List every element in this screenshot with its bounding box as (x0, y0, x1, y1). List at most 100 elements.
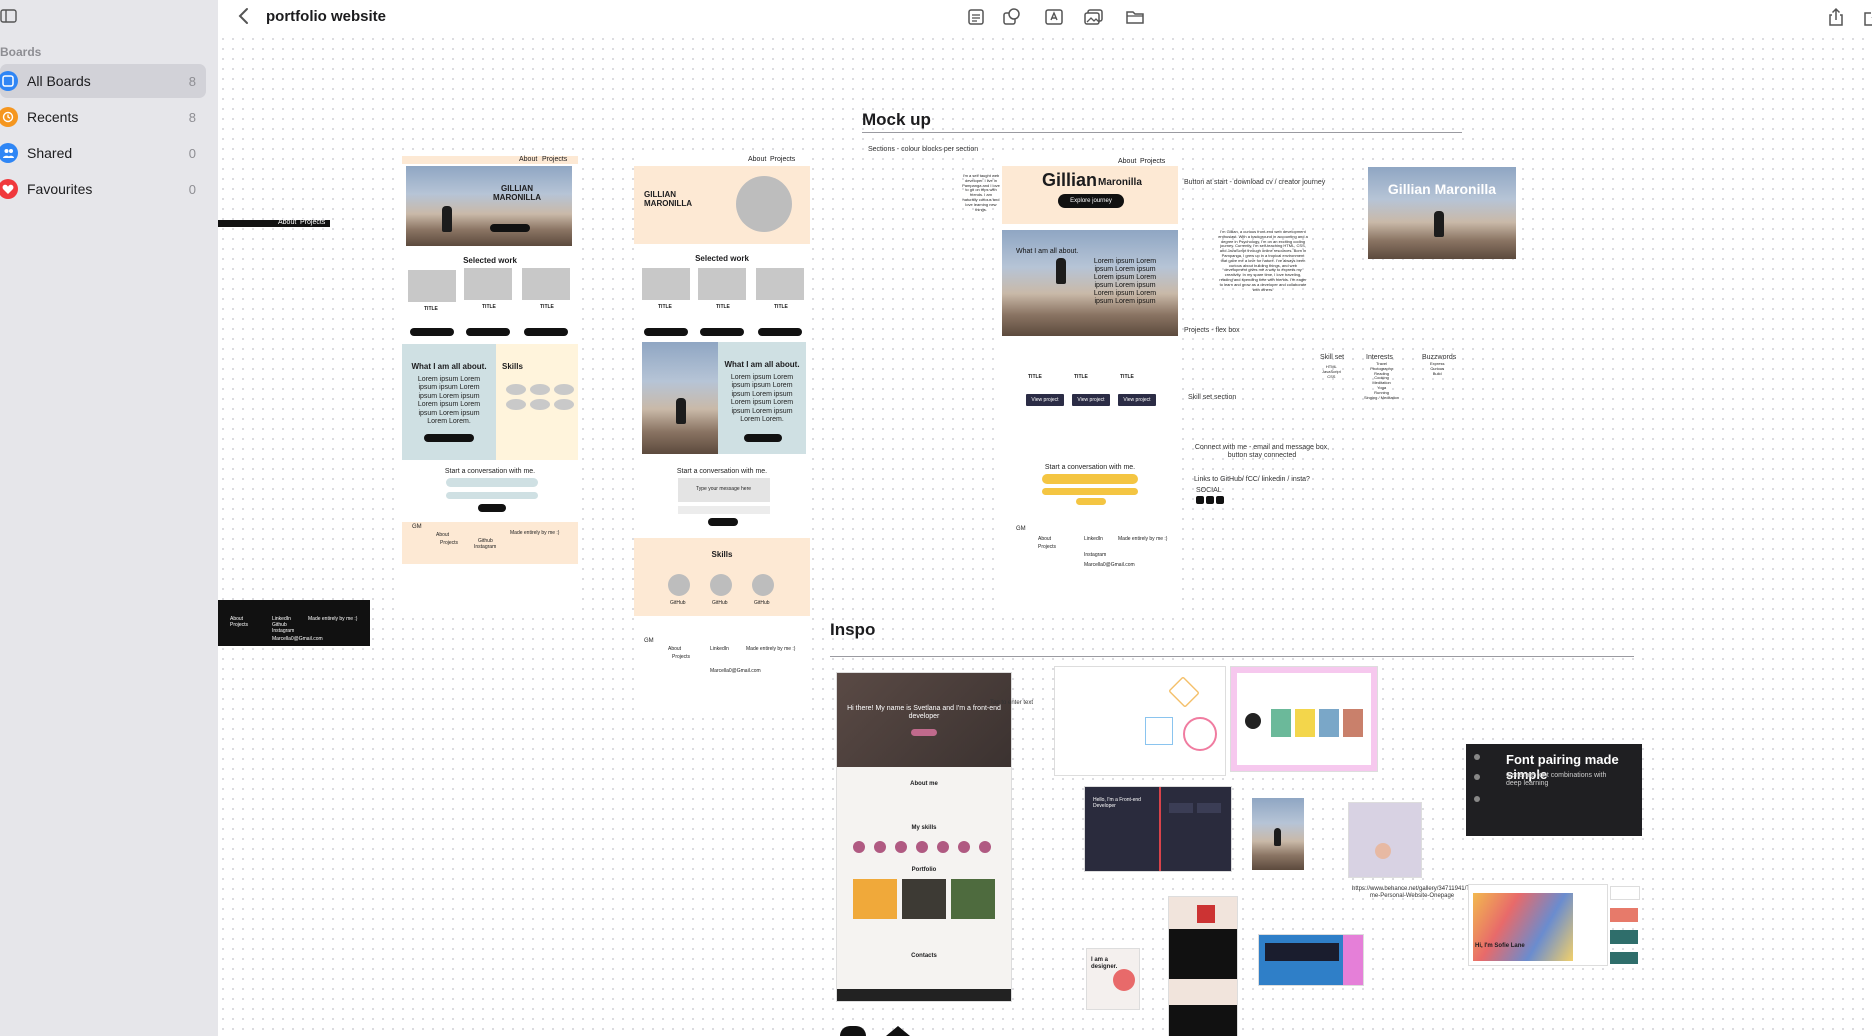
mockup-page[interactable]: About Projects Gillian Maronilla Explore… (1002, 158, 1178, 618)
footer-link: Instagram (474, 544, 497, 550)
inspo-font-pairing[interactable]: Font pairing made simple Generate font c… (1466, 744, 1642, 836)
inspo-designer[interactable]: I am a designer. (1086, 948, 1140, 1010)
mockup-hero: Gillian Maronilla Explore journey (1002, 166, 1178, 224)
inspo-lavender-profile[interactable] (1348, 802, 1422, 878)
board-canvas[interactable]: About Projects About Projects LinkedIn G… (218, 34, 1872, 1036)
nav-about-link: About (748, 156, 767, 163)
footer-madewith: Made entirely by me :) (1118, 536, 1168, 542)
card-title: TITLE (658, 304, 672, 310)
social-label[interactable]: SOCIAL (1196, 487, 1222, 495)
hero-first-name: Gillian (1042, 170, 1098, 190)
shapes-tool-icon[interactable] (1002, 7, 1022, 27)
mockup-about-photo: What I am all about. Lorem ipsum Lorem i… (1002, 230, 1178, 336)
explore-button[interactable]: Explore journey (1058, 194, 1124, 208)
board-title: portfolio website (266, 8, 386, 25)
skill-label: GitHub (754, 600, 770, 606)
edit-icon[interactable] (1862, 7, 1872, 27)
skills-block: Skills GitHub GitHub GitHub (634, 538, 810, 616)
view-project-button[interactable]: View project (1072, 394, 1110, 406)
inspo-photo[interactable] (1252, 798, 1304, 870)
view-project-button[interactable]: View project (1118, 394, 1156, 406)
note-connect[interactable]: Connect with me - email and message box,… (1192, 444, 1332, 460)
sidebar-item-shared[interactable]: Shared 0 (0, 136, 206, 170)
sidebar-item-label: Shared (27, 145, 73, 161)
conversation-text: Start a conversation with me. (444, 468, 536, 475)
sidebar-item-count: 8 (188, 109, 196, 125)
wireframe-nav-bar[interactable]: About Projects (218, 219, 330, 227)
note-tool-icon[interactable] (966, 7, 986, 27)
inspo-cropped-shape[interactable] (840, 1026, 866, 1036)
media-tool-icon[interactable] (1084, 7, 1104, 27)
tap-to-enter-text[interactable]: Tap to enter text (990, 700, 1033, 707)
bio-text[interactable]: I'm Gillian, a curious front-end web dev… (1218, 229, 1308, 292)
sidebar-item-count: 0 (188, 181, 196, 197)
inspo-cropped-shape[interactable] (886, 1026, 910, 1036)
message-box[interactable]: Type your message here (678, 478, 770, 502)
card-title: TITLE (1028, 374, 1042, 380)
hero-card-name: Gillian Maronilla (1387, 181, 1497, 197)
skill-set-items: HTML JavaScript CSS (1322, 364, 1341, 379)
card-title: TITLE (716, 304, 730, 310)
back-chevron-icon[interactable] (236, 6, 252, 26)
nav-about-link: About (519, 156, 538, 163)
inspo-section-title[interactable]: Inspo (830, 620, 875, 640)
note-projects[interactable]: Projects - flex box (1184, 327, 1240, 335)
note-skillset[interactable]: Skill set section (1188, 394, 1236, 402)
social-icon[interactable] (1196, 496, 1204, 504)
inspo-dark-developer[interactable]: Hello, I'm a Front-end Developer (1084, 786, 1232, 872)
wireframe-1[interactable]: About Projects GILLIAN MARONILLA Selecte… (402, 156, 578, 610)
dark-site-headline: Hello, I'm a Front-end Developer (1093, 797, 1141, 809)
inspo-svetlana-site[interactable]: Hi there! My name is Svetlana and I'm a … (836, 672, 1012, 1002)
sidebar-toggle-icon[interactable] (0, 8, 18, 24)
people-icon (0, 143, 18, 163)
heart-icon (0, 179, 18, 199)
inspo-white-site[interactable] (1054, 666, 1226, 776)
behance-url[interactable]: https://www.behance.net/gallery/34711941… (1352, 886, 1479, 900)
inspo-blue-card[interactable] (1258, 934, 1364, 986)
hero-last-name: Maronilla (1098, 177, 1142, 188)
wireframe-2[interactable]: About Projects GILLIAN MARONILLA Selecte… (634, 156, 810, 716)
my-skills-heading: My skills (911, 825, 937, 831)
skill-set-label[interactable]: Skill set (1320, 354, 1344, 362)
interests-items: Travel Photography Reading Cooking Medit… (1364, 361, 1400, 400)
inspo-sofie-site[interactable]: Hi, I'm Sofie Lane (1468, 884, 1608, 966)
mockup-section-title[interactable]: Mock up (862, 110, 931, 130)
note-button[interactable]: Button at start - download cv / creator … (1184, 179, 1325, 187)
sofie-headline: Hi, I'm Sofie Lane (1475, 943, 1525, 949)
footer-link: LinkedIn (1084, 536, 1103, 542)
selected-work-heading: Selected work (463, 256, 517, 265)
nav-about-link: About (1118, 158, 1137, 165)
social-icon[interactable] (1206, 496, 1214, 504)
social-icon[interactable] (1216, 496, 1224, 504)
sidebar-item-count: 0 (188, 145, 196, 161)
sidebar-item-all-boards[interactable]: All Boards 8 (0, 64, 206, 98)
card-title: TITLE (482, 304, 496, 310)
sidebar: Boards All Boards 8 Recents 8 Shared 0 F… (0, 0, 219, 1036)
card-title: TITLE (540, 304, 554, 310)
inspo-divider (830, 656, 1634, 657)
wireframe-footer-dark[interactable]: About Projects LinkedIn Github Instagram… (218, 600, 370, 646)
note-links[interactable]: Links to GitHub/ fCC/ linkedin / insta? (1194, 476, 1310, 484)
footer-link: Instagram (1084, 552, 1107, 558)
about-text: Lorem ipsum Lorem ipsum ipsum Lorem ipsu… (417, 376, 481, 425)
designer-headline: I am a designer. (1091, 957, 1118, 970)
folder-tool-icon[interactable] (1125, 7, 1145, 27)
footer-link: About (668, 646, 682, 652)
inspo-tall-portfolio[interactable] (1168, 896, 1238, 1036)
about-heading: What I am all about. (411, 362, 487, 371)
sidebar-item-recents[interactable]: Recents 8 (0, 100, 206, 134)
view-project-button[interactable]: View project (1026, 394, 1064, 406)
hero-card-image[interactable]: Gillian Maronilla (1368, 167, 1516, 259)
footer-link: About (436, 532, 450, 538)
inspo-pink-gallery[interactable] (1230, 666, 1378, 772)
share-icon[interactable] (1826, 7, 1846, 27)
sidebar-item-label: All Boards (27, 73, 91, 89)
card-title: TITLE (1074, 374, 1088, 380)
portfolio-heading: Portfolio (911, 867, 937, 873)
note-sections[interactable]: Sections - colour blocks per section (868, 146, 978, 154)
text-box-tool-icon[interactable] (1044, 7, 1064, 27)
side-intro-text[interactable]: I'm a self taught web developer. I live … (962, 173, 1000, 212)
sidebar-item-favourites[interactable]: Favourites 0 (0, 172, 206, 206)
nav-projects-link: Projects (1140, 158, 1166, 165)
footer-madewith: Made entirely by me :) (510, 530, 560, 536)
